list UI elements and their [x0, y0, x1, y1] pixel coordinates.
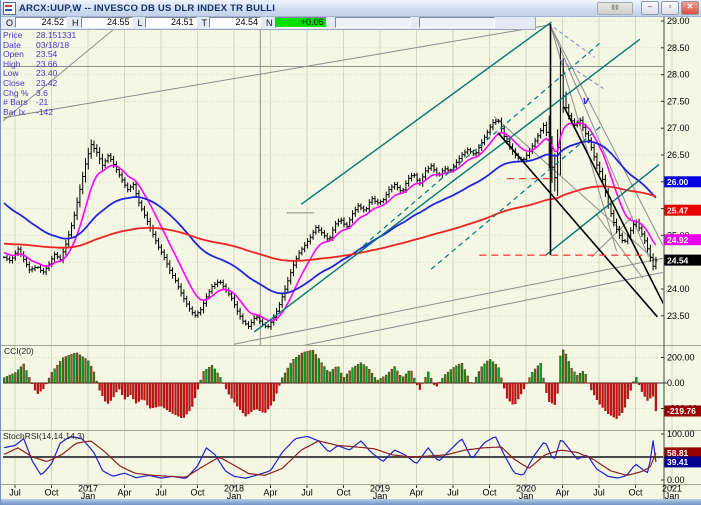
cci-panel-label: CCI(20) — [4, 346, 34, 356]
axis-flag-value: 39.41 — [667, 457, 689, 467]
window-buttons: ▮▮ – ▫ ✕ — [597, 1, 699, 15]
legend-row: Bar Ix -142 — [3, 106, 54, 117]
axis-flag-value: 26.00 — [667, 177, 689, 187]
x-axis-month-label: Apr — [117, 488, 131, 498]
x-axis-month-label: Jul — [9, 488, 21, 498]
axis-flag-value: -219.76 — [667, 406, 696, 416]
x-axis-month-label: Jul — [593, 488, 605, 498]
cci-axis-label: 0.00 — [667, 378, 685, 388]
quote-field-label: N — [266, 17, 273, 28]
x-axis-month-label: Jul — [155, 488, 167, 498]
x-axis-month-label: Oct — [482, 488, 497, 498]
x-axis-month-label: Apr — [409, 488, 423, 498]
quote-field-value: +0.06 — [274, 17, 327, 28]
y-axis-label: 27.00 — [667, 123, 690, 133]
axis-flag-value: 24.54 — [667, 255, 689, 265]
price-legend: Price 28.151331 Date 03/18/18 Open 23.54 High 2… — [3, 30, 76, 117]
cci-axis-label: 200.00 — [667, 353, 695, 363]
x-axis-month-label: Oct — [190, 488, 205, 498]
close-button[interactable]: ✕ — [681, 1, 699, 15]
window-bottom-frame — [1, 499, 701, 505]
inactive-toolbar-buttons: ▮▮ — [597, 1, 633, 15]
quote-bar: O 24.52 H 24.55 L 24.51 T 24.54 N +0.06 — [1, 16, 536, 30]
chart-background — [1, 16, 701, 499]
y-axis-label: 27.50 — [667, 96, 690, 106]
x-axis-month-label: Oct — [44, 488, 59, 498]
stochrsi-panel-label: StochRSI(14,14,14,3) — [3, 431, 85, 441]
quote-field-value: 24.52 — [15, 17, 68, 28]
wave-label-v: v — [583, 95, 590, 107]
quote-field-label: O — [6, 17, 14, 28]
stochrsi-axis-label: 100.00 — [667, 429, 695, 439]
app-icon — [3, 1, 16, 15]
x-axis-month-label: Jul — [301, 488, 313, 498]
y-axis-label: 29.00 — [667, 16, 690, 26]
quote-field-value: 24.51 — [144, 17, 197, 28]
y-axis-label: 28.50 — [667, 43, 690, 53]
y-axis-label: 24.00 — [667, 284, 690, 294]
axis-flag-value: 25.47 — [667, 205, 689, 215]
x-axis-month-label: Oct — [628, 488, 643, 498]
quote-field-label: H — [72, 17, 79, 28]
y-axis-label: 26.50 — [667, 150, 690, 160]
quote-empty-cell — [334, 17, 411, 28]
quote-field-label: T — [201, 17, 208, 28]
title-bar[interactable]: ARCX:UUP,W -- INVESCO DB US DLR INDEX TR… — [1, 0, 701, 17]
maximize-button[interactable]: ▫ — [661, 1, 679, 15]
quote-field-value: 24.55 — [80, 17, 133, 28]
minimize-button[interactable]: – — [641, 1, 659, 15]
x-axis-month-label: Apr — [555, 488, 569, 498]
chart-window: ARCX:UUP,W -- INVESCO DB US DLR INDEX TR… — [0, 0, 701, 505]
quote-field-value: 24.54 — [209, 17, 262, 28]
y-axis-label: 28.00 — [667, 70, 690, 80]
y-axis-label: 23.50 — [667, 311, 690, 321]
x-axis-month-label: Jul — [447, 488, 459, 498]
quote-field-label: L — [137, 17, 143, 28]
x-axis-month-label: Oct — [336, 488, 351, 498]
window-title: ARCX:UUP,W -- INVESCO DB US DLR INDEX TR… — [19, 2, 276, 14]
chart-canvas[interactable]: v29.0028.5028.0027.5027.0026.5026.0025.5… — [1, 0, 701, 505]
quote-empty-cell — [418, 17, 495, 28]
axis-flag-value: 24.92 — [667, 235, 689, 245]
x-axis-month-label: Apr — [263, 488, 277, 498]
